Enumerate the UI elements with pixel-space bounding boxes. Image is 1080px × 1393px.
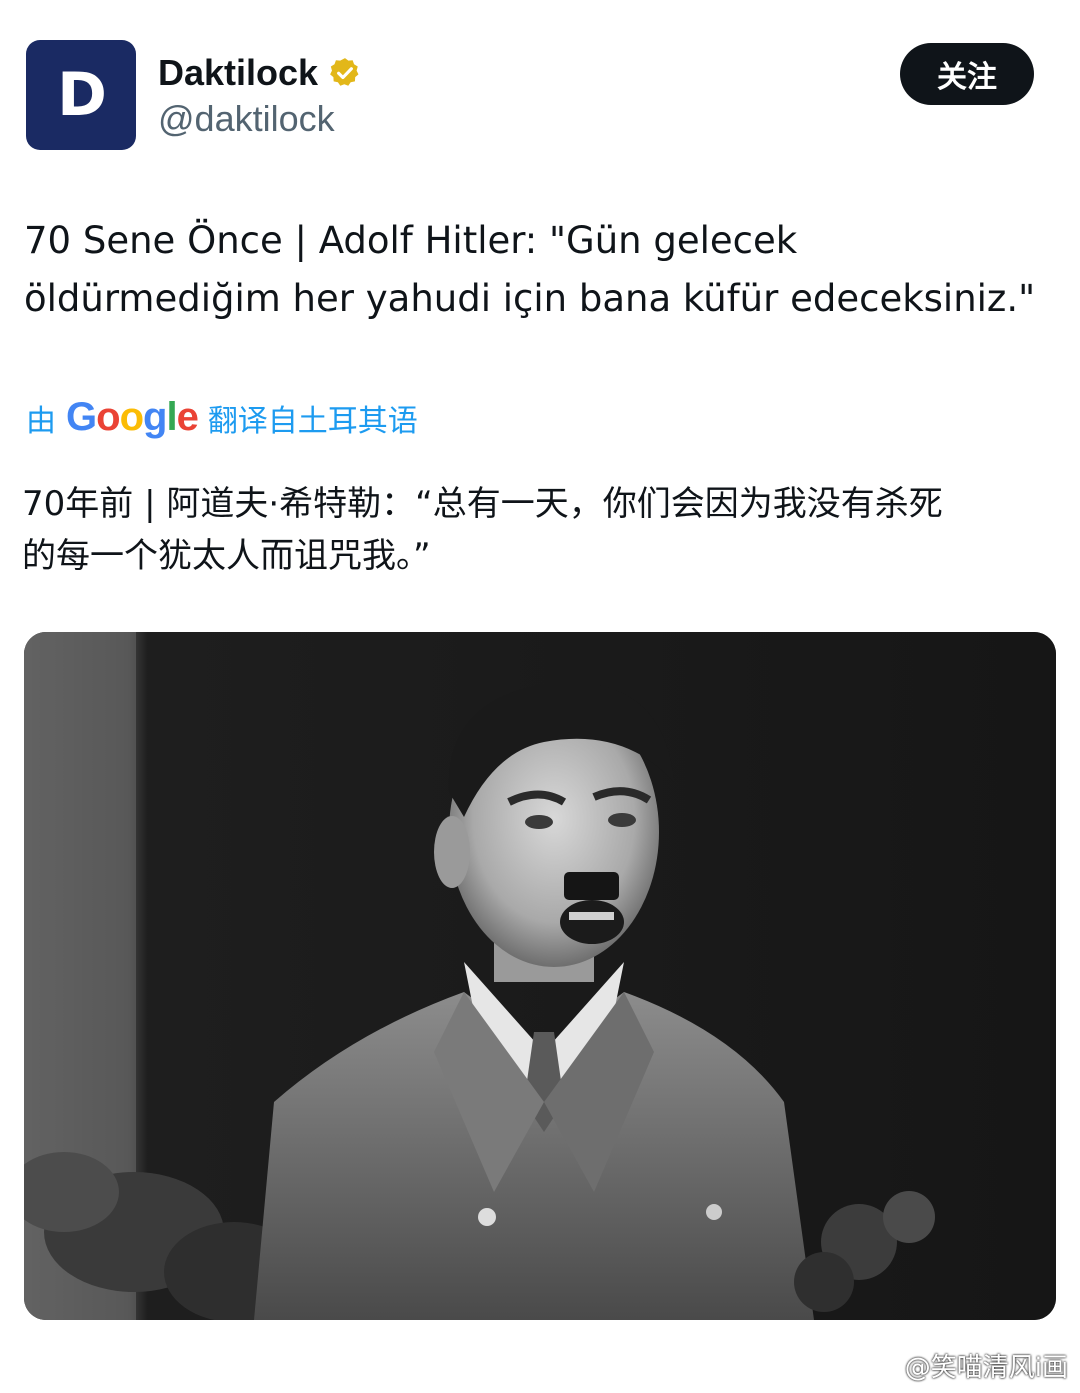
verified-badge-icon [330, 58, 359, 86]
tweet-photo[interactable] [24, 632, 1056, 1320]
follow-button[interactable]: 关注 [900, 43, 1034, 105]
avatar-logo-letter: D [57, 60, 107, 130]
translation-prefix: 由 [26, 403, 56, 439]
author-name-row: Daktilock [158, 52, 362, 94]
watermark-text: @笑喵清风i画 [904, 1353, 1068, 1383]
google-logo-icon: Google [66, 395, 199, 439]
watermark: @笑喵清风i画 [859, 1347, 1068, 1384]
translation-attribution[interactable]: 由 Google 翻译自土耳其语 [26, 395, 418, 440]
speaker-photo-image [24, 632, 1056, 1320]
author-display-name[interactable]: Daktilock [158, 52, 318, 94]
weibo-logo-icon [859, 1353, 897, 1380]
avatar[interactable]: D [26, 40, 136, 150]
translation-suffix: 翻译自土耳其语 [207, 403, 418, 439]
author-handle[interactable]: @daktilock [158, 98, 335, 140]
tweet-text: 70 Sene Önce | Adolf Hitler: "Gün gelece… [24, 219, 1036, 320]
translated-text: 70年前 | 阿道夫·希特勒：“总有一天，你们会因为我没有杀死 的每一个犹太人而… [22, 484, 943, 576]
